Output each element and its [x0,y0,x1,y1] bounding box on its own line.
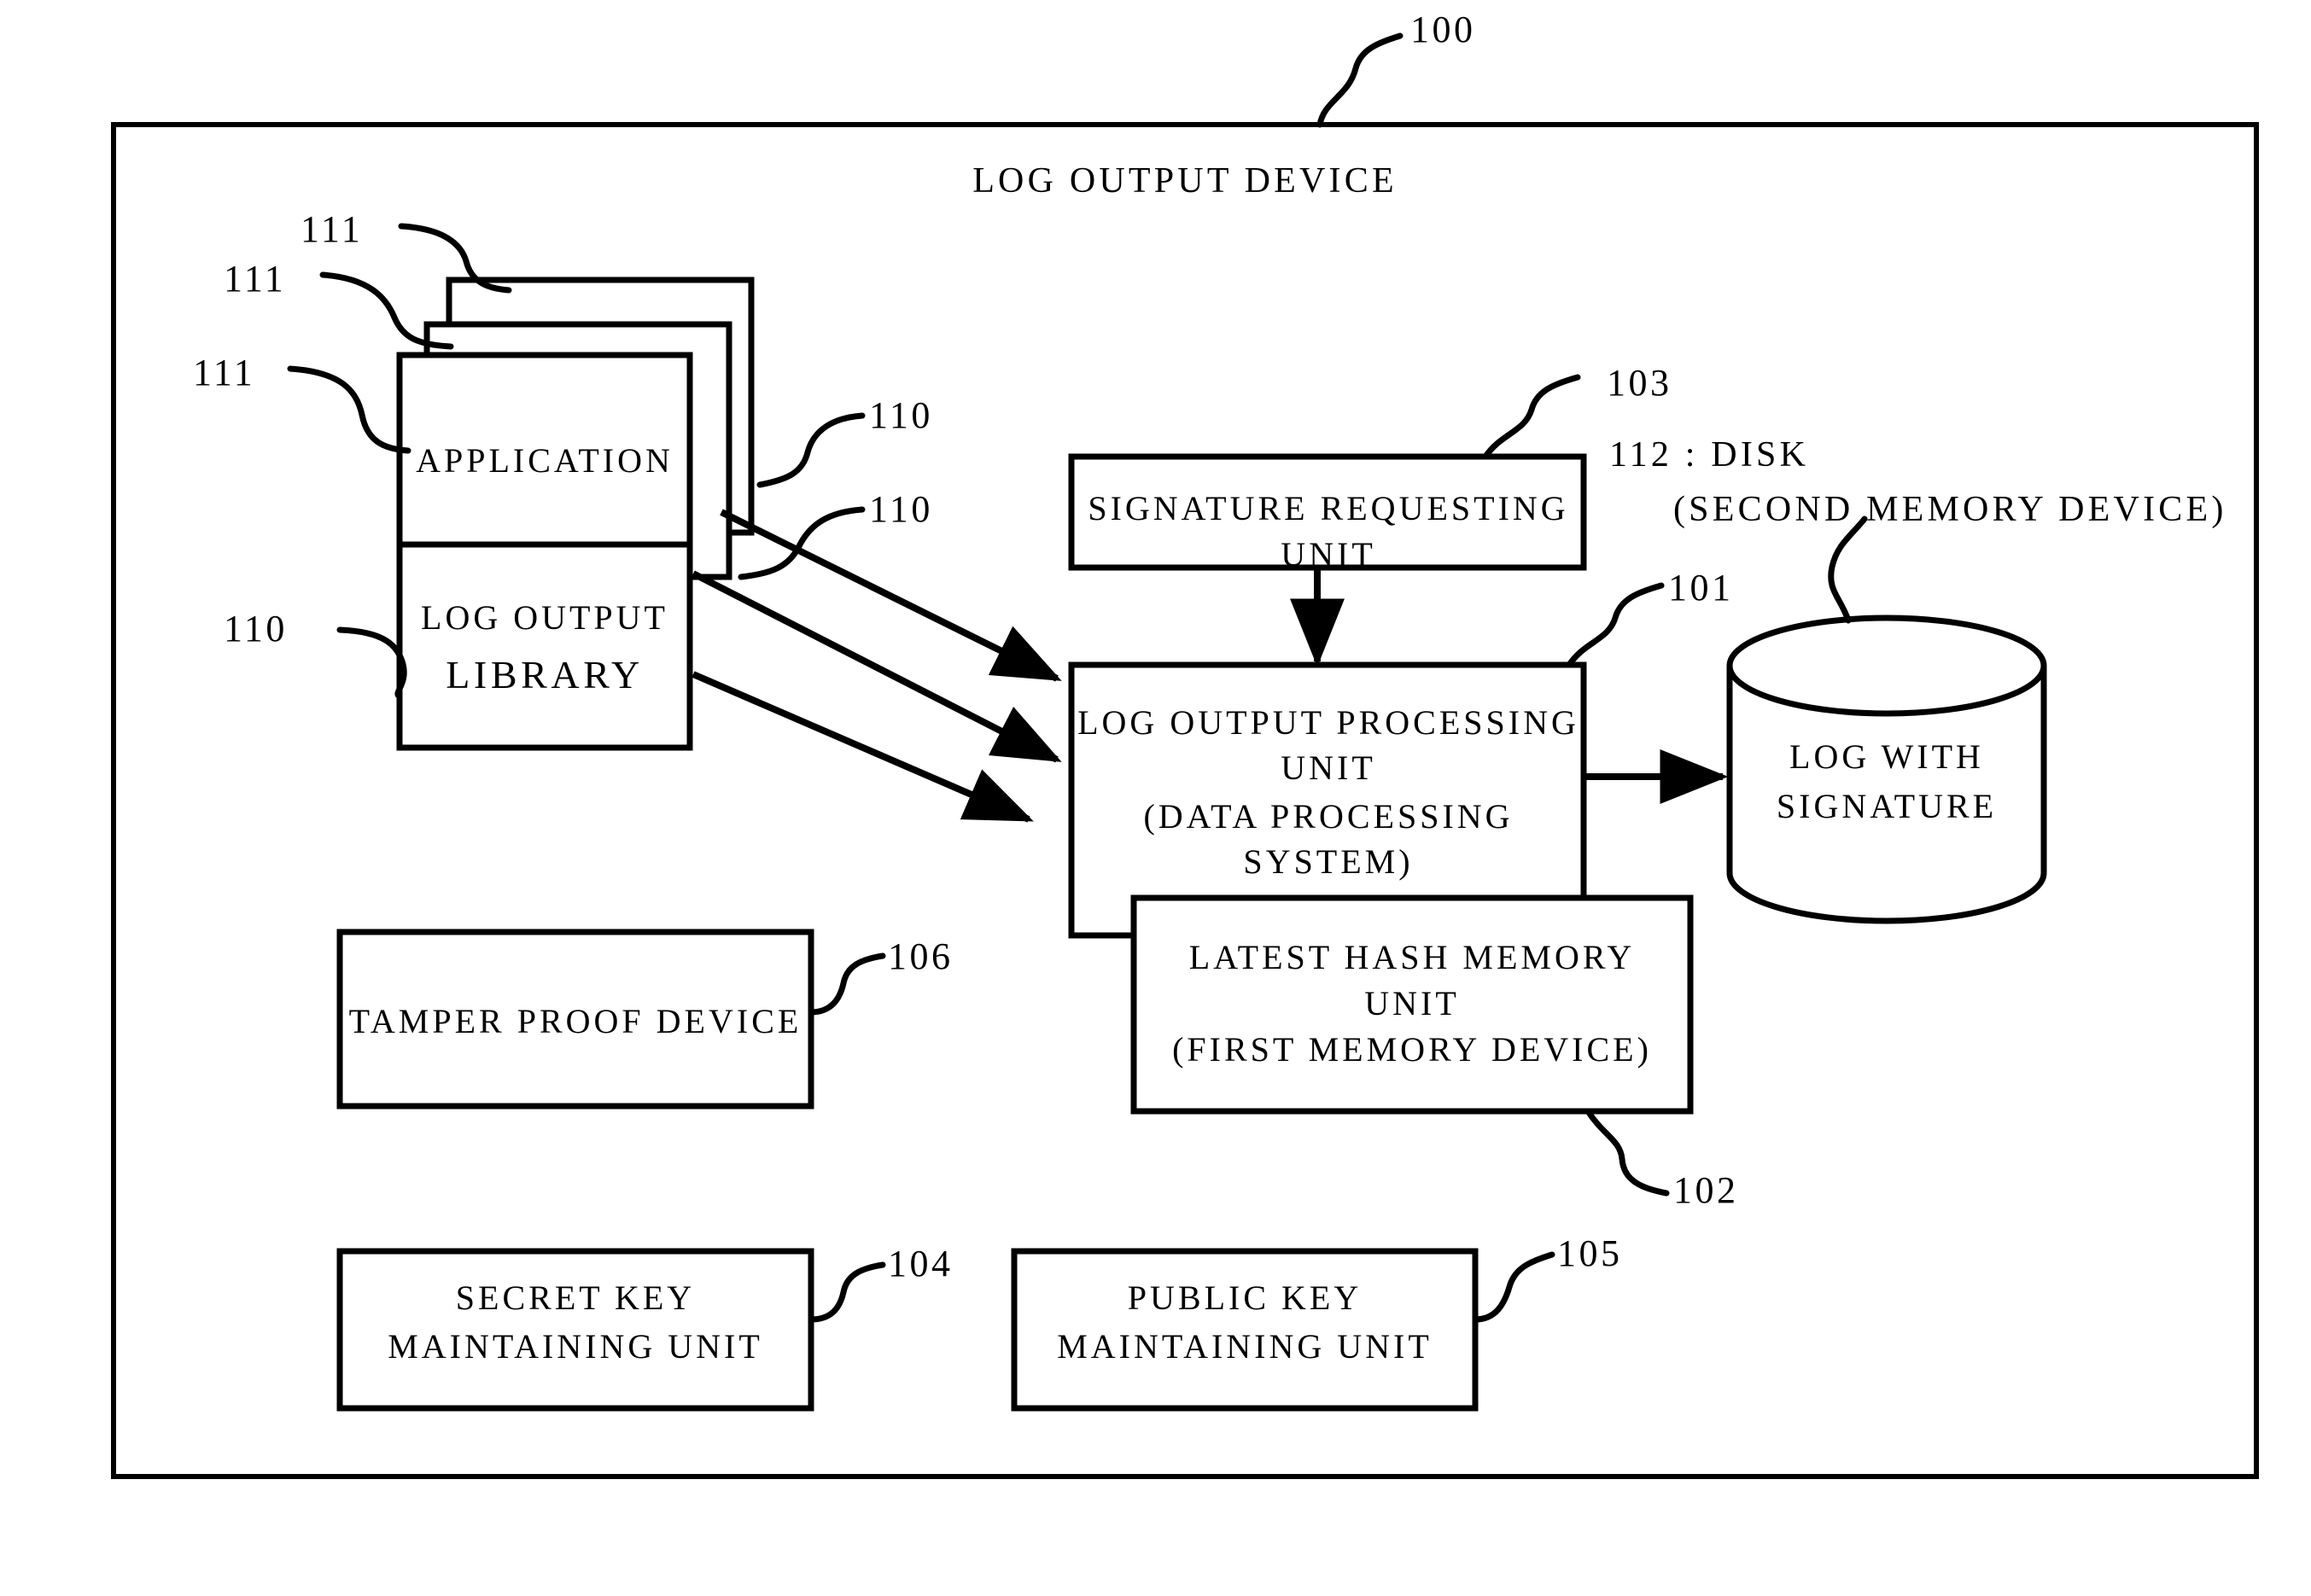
secret-key-maintaining-unit-line1: SECRET KEY [455,1279,696,1317]
ref-110-mid: 110 [869,488,933,530]
leader-110-top [756,412,866,488]
latest-hash-memory-unit-line1: LATEST HASH MEMORY [1188,938,1636,976]
leader-101 [1566,582,1665,668]
log-output-processing-unit-line1: LOG OUTPUT PROCESSING [1077,703,1579,742]
ref-100: 100 [1410,9,1476,50]
ref-104: 104 [888,1243,954,1284]
public-key-maintaining-unit-line2: MAINTAINING UNIT [1057,1327,1433,1366]
disk-content-line2: SIGNATURE [1776,787,1998,825]
ref-111-top: 111 [301,208,364,250]
log-output-processing-unit-line3: (DATA PROCESSING [1143,797,1514,836]
ref-101: 101 [1668,567,1734,609]
leader-103 [1482,374,1581,460]
leader-100 [1316,32,1404,128]
latest-hash-memory-unit-line3: (FIRST MEMORY DEVICE) [1172,1030,1652,1069]
signature-requesting-unit-line1: SIGNATURE REQUESTING [1088,489,1569,527]
leader-110-mid [738,506,866,580]
leader-104 [808,1261,886,1323]
arrow-library-to-processing-3 [692,671,1034,823]
ref-106: 106 [888,935,954,977]
leader-110-left [336,626,407,700]
latest-hash-memory-unit-line2: UNIT [1364,984,1460,1022]
log-output-processing-unit-line4: SYSTEM) [1243,842,1414,881]
leader-112-disk [1828,515,1868,624]
log-output-library-line1: LOG OUTPUT [421,598,668,637]
ref-110-left: 110 [224,608,288,649]
figure-canvas: 100 LOG OUTPUT DEVICE 111 111 111 110 11… [0,0,2311,1596]
public-key-maintaining-unit-line1: PUBLIC KEY [1127,1279,1363,1317]
secret-key-maintaining-unit-line2: MAINTAINING UNIT [388,1327,763,1366]
log-output-processing-unit-line2: UNIT [1281,748,1376,787]
arrow-library-to-processing-1 [720,509,1062,682]
disk-caption-line1: 112 : DISK [1609,435,1810,475]
ref-111-bottom: 111 [193,352,256,393]
leader-105 [1472,1251,1555,1323]
log-output-device-title: LOG OUTPUT DEVICE [972,161,1398,201]
ref-110-top: 110 [869,394,933,436]
ref-105: 105 [1557,1232,1623,1274]
disk-content-line1: LOG WITH [1789,737,1984,776]
ref-111-mid: 111 [224,258,287,300]
application-box-label: APPLICATION [416,441,674,480]
leader-106 [808,952,886,1016]
log-output-library-line2: LIBRARY [446,653,644,696]
signature-requesting-unit-line2: UNIT [1281,535,1376,574]
ref-102: 102 [1673,1169,1739,1211]
leader-102 [1584,1108,1670,1197]
disk-cylinder-top [1726,615,2047,717]
disk-caption-line2: (SECOND MEMORY DEVICE) [1673,490,2227,529]
tamper-proof-device-label: TAMPER PROOF DEVICE [348,1002,802,1040]
ref-103: 103 [1607,362,1672,404]
leader-111-bottom [287,365,411,454]
arrow-library-to-processing-2 [692,570,1062,763]
